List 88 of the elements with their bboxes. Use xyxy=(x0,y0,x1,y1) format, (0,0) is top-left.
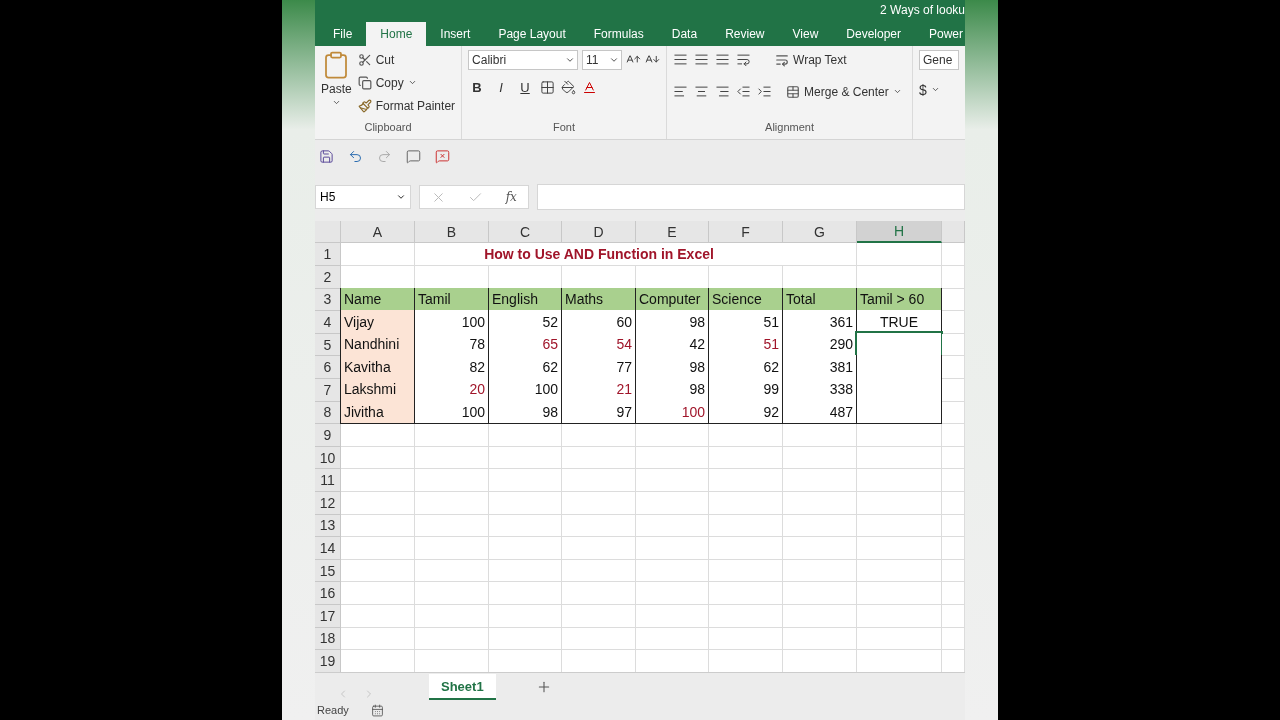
ribbon-tab[interactable]: View xyxy=(778,21,833,46)
table-header-cell: Tamil > 60 xyxy=(856,287,942,312)
paste-button[interactable]: Paste xyxy=(321,49,352,121)
formula-field[interactable] xyxy=(537,184,965,211)
row-header[interactable]: 5 xyxy=(315,333,341,357)
row-header[interactable]: 11 xyxy=(315,469,341,492)
column-header[interactable]: A xyxy=(341,221,415,244)
increase-indent-icon[interactable] xyxy=(757,84,773,100)
row-header[interactable]: 4 xyxy=(315,311,341,334)
row-header[interactable]: 1 xyxy=(315,243,341,267)
insert-function-button[interactable]: fx xyxy=(505,190,517,205)
ribbon-tab[interactable]: File xyxy=(319,21,367,46)
font-color-icon[interactable] xyxy=(582,79,598,95)
merge-center-button[interactable]: Merge & Center xyxy=(786,81,902,102)
column-header[interactable]: B xyxy=(415,221,489,244)
ribbon-tab[interactable]: Page Layout xyxy=(484,21,580,46)
fill-color-icon[interactable] xyxy=(561,79,577,95)
cut-button[interactable]: Cut xyxy=(357,49,456,70)
merge-cells-icon xyxy=(786,84,801,99)
font-name-field[interactable]: Calibri xyxy=(468,49,579,70)
column-header[interactable]: C xyxy=(489,221,562,244)
font-size-field[interactable]: 11 xyxy=(582,49,623,70)
row-header[interactable]: 16 xyxy=(315,582,341,605)
comment-icon[interactable] xyxy=(406,148,421,164)
column-header[interactable]: G xyxy=(783,221,857,244)
window-title: 2 Ways of looku xyxy=(880,2,965,17)
row-header[interactable]: 12 xyxy=(315,492,341,515)
align-right-icon[interactable] xyxy=(715,84,731,100)
delete-comment-icon[interactable] xyxy=(435,148,450,164)
table-cell: TRUE xyxy=(856,310,942,334)
group-label: Clipboard xyxy=(363,120,413,135)
borders-icon[interactable] xyxy=(540,79,556,95)
row-header[interactable]: 8 xyxy=(315,401,341,425)
table-header-cell: English xyxy=(488,287,562,312)
row-header[interactable]: 13 xyxy=(315,514,341,538)
save-icon[interactable] xyxy=(319,148,334,164)
status-text: Ready xyxy=(317,704,349,717)
ribbon-tab[interactable]: Insert xyxy=(426,21,485,46)
table-cell: Vijay xyxy=(340,310,415,334)
ribbon-tab[interactable]: Review xyxy=(711,21,779,46)
ribbon-tab[interactable]: Formulas xyxy=(579,21,658,46)
row-header[interactable]: 3 xyxy=(315,288,341,312)
ribbon-tab[interactable]: Developer xyxy=(832,21,915,46)
ribbon-tab[interactable]: Home xyxy=(366,21,427,46)
row-header[interactable]: 2 xyxy=(315,266,341,289)
row-header[interactable]: 15 xyxy=(315,559,341,583)
table-cell: Lakshmi xyxy=(340,378,415,402)
column-header[interactable]: E xyxy=(636,221,709,244)
row-header[interactable]: 6 xyxy=(315,356,341,380)
bold-button[interactable]: B xyxy=(468,79,487,95)
row-header[interactable]: 14 xyxy=(315,537,341,560)
group-label: Font xyxy=(552,120,577,135)
row-header[interactable]: 19 xyxy=(315,650,341,673)
ribbon-tab[interactable]: Data xyxy=(657,21,712,46)
table-cell: Kavitha xyxy=(340,355,415,380)
currency-button[interactable]: $ xyxy=(919,79,959,100)
underline-button[interactable]: U xyxy=(516,79,535,95)
row-header[interactable]: 18 xyxy=(315,627,341,651)
paintbrush-icon xyxy=(357,98,372,113)
align-bottom-icon[interactable] xyxy=(715,52,731,68)
align-center-icon[interactable] xyxy=(694,84,710,100)
align-top-icon[interactable] xyxy=(673,52,689,68)
column-header[interactable]: H xyxy=(857,221,942,244)
table-cell: 98 xyxy=(488,400,562,425)
undo-icon[interactable] xyxy=(348,148,363,164)
table-header-cell: Computer xyxy=(635,287,709,312)
copy-icon xyxy=(357,75,372,90)
scissors-icon xyxy=(357,52,372,67)
ribbon-tab[interactable]: Power xyxy=(915,21,965,46)
table-cell: 100 xyxy=(635,400,709,425)
number-format-field[interactable]: Gene xyxy=(919,49,959,70)
copy-button[interactable]: Copy xyxy=(357,72,456,93)
sheet-tab[interactable]: Sheet1 xyxy=(429,674,496,701)
column-header[interactable]: D xyxy=(562,221,636,244)
align-middle-icon[interactable] xyxy=(694,52,710,68)
row-header[interactable]: 17 xyxy=(315,605,341,628)
row-header[interactable]: 9 xyxy=(315,424,341,447)
name-box[interactable]: H5 xyxy=(315,185,411,210)
italic-button[interactable]: I xyxy=(492,79,511,95)
align-left-icon[interactable] xyxy=(673,84,689,100)
column-header[interactable]: F xyxy=(709,221,783,244)
row-header[interactable]: 7 xyxy=(315,379,341,402)
decrease-indent-icon[interactable] xyxy=(736,84,752,100)
wrap-text-button[interactable]: Wrap Text xyxy=(775,49,847,70)
wrap-text-icon xyxy=(775,52,790,67)
format-painter-button[interactable]: Format Painter xyxy=(357,95,456,116)
row-header[interactable]: 10 xyxy=(315,446,341,470)
group-label: Alignment xyxy=(764,120,815,135)
